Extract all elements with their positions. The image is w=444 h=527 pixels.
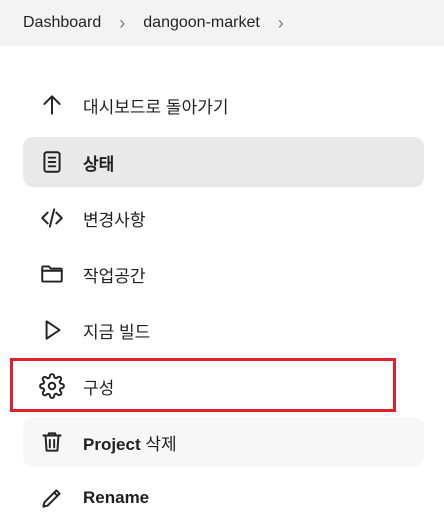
gear-icon xyxy=(37,371,67,401)
sidebar-item-status[interactable]: 상태 xyxy=(23,137,424,187)
chevron-right-icon[interactable]: › xyxy=(278,14,284,32)
breadcrumb-dangoon-market[interactable]: dangoon-market xyxy=(143,14,260,32)
trash-icon xyxy=(37,427,67,457)
arrow-up-icon xyxy=(37,90,67,120)
sidebar-item-configure[interactable]: 구성 xyxy=(23,361,424,411)
sidebar-item-rename[interactable]: Rename xyxy=(23,473,424,523)
sidebar-item-changes[interactable]: 변경사항 xyxy=(23,193,424,243)
sidebar-item-build-now[interactable]: 지금 빌드 xyxy=(23,305,424,355)
sidebar-item-label: 변경사항 xyxy=(83,210,146,230)
sidebar-item-workspace[interactable]: 작업공간 xyxy=(23,249,424,299)
sidebar-item-label: 지금 빌드 xyxy=(83,322,151,342)
code-icon xyxy=(37,203,67,233)
sidebar-item-label: 구성 xyxy=(83,378,115,398)
pencil-icon xyxy=(37,483,67,513)
sidebar-item-label: Project 삭제 xyxy=(83,434,177,454)
play-icon xyxy=(37,315,67,345)
sidebar-item-label: 상태 xyxy=(83,154,115,174)
chevron-right-icon: › xyxy=(119,13,126,33)
breadcrumb-dashboard[interactable]: Dashboard xyxy=(23,14,101,32)
sidebar-item-delete-project[interactable]: Project 삭제 xyxy=(23,417,424,467)
sidebar-item-label: 대시보드로 돌아가기 xyxy=(83,97,229,117)
sidebar-item-label: Rename xyxy=(83,488,150,507)
sidebar-item-back-to-dashboard[interactable]: 대시보드로 돌아가기 xyxy=(23,80,424,130)
sidebar-item-label: 작업공간 xyxy=(83,266,146,286)
folder-icon xyxy=(37,259,67,289)
breadcrumb: Dashboard › dangoon-market › xyxy=(0,0,444,46)
document-icon xyxy=(37,147,67,177)
